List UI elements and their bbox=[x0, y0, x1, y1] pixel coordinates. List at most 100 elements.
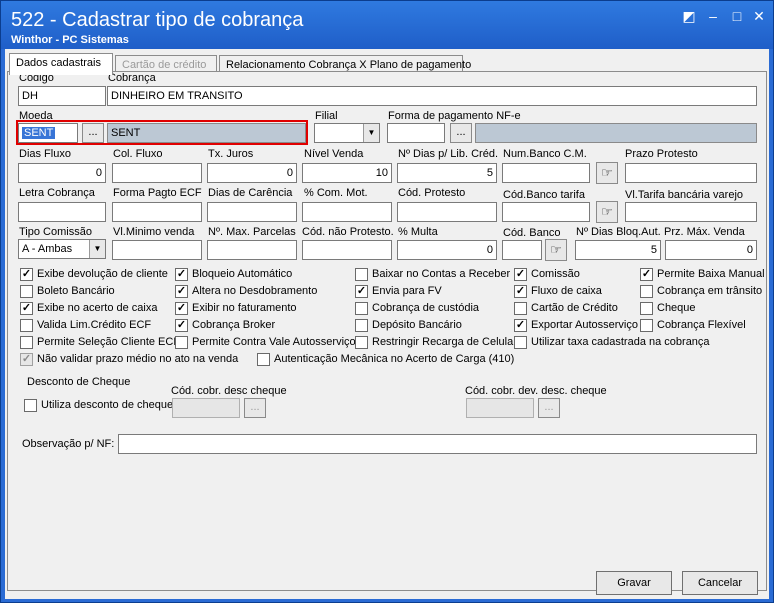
permite-selecao-cliente-checkbox[interactable]: Permite Seleção Cliente ECF bbox=[20, 336, 180, 351]
cod-protesto-label: Cód. Protesto bbox=[398, 187, 466, 199]
exibir-faturamento-checkbox[interactable]: ✓ Exibir no faturamento bbox=[175, 302, 297, 317]
comissao-checkbox[interactable]: ✓ Comissão bbox=[514, 268, 580, 283]
cobranca-flexivel-checkbox[interactable]: Cobrança Flexível bbox=[640, 319, 746, 334]
com-mot-label: % Com. Mot. bbox=[304, 187, 368, 199]
prz-max-venda-field[interactable]: 0 bbox=[665, 240, 757, 260]
gravar-button[interactable]: Gravar bbox=[596, 571, 672, 595]
filial-label: Filial bbox=[315, 110, 338, 122]
col-fluxo-field[interactable] bbox=[112, 163, 202, 183]
pct-multa-label: % Multa bbox=[398, 226, 438, 238]
forma-pag-nfe-code-field[interactable] bbox=[387, 123, 445, 143]
cartao-credito-checkbox[interactable]: Cartão de Crédito bbox=[514, 302, 618, 317]
deposito-bancario-checkbox[interactable]: Depósito Bancário bbox=[355, 319, 462, 334]
altera-desdobramento-checkbox[interactable]: ✓ Altera no Desdobramento bbox=[175, 285, 317, 300]
filial-select[interactable]: ▼ bbox=[314, 123, 380, 143]
tab-dados-cadastrais[interactable]: Dados cadastrais bbox=[9, 53, 113, 75]
tx-juros-label: Tx. Juros bbox=[208, 148, 254, 160]
observacao-field[interactable] bbox=[118, 434, 757, 454]
num-banco-cm-lookup-icon[interactable]: ☞ bbox=[596, 162, 618, 184]
letra-cobranca-field[interactable] bbox=[18, 202, 106, 222]
com-mot-field[interactable] bbox=[302, 202, 392, 222]
cod-banco-tarifa-field[interactable] bbox=[502, 202, 590, 222]
cobranca-transito-checkbox[interactable]: Cobrança em trânsito bbox=[640, 285, 762, 300]
cancelar-button[interactable]: Cancelar bbox=[682, 571, 758, 595]
boleto-bancario-checkbox[interactable]: Boleto Bancário bbox=[20, 285, 115, 300]
check-icon: ✓ bbox=[175, 268, 188, 281]
cod-banco-label: Cód. Banco bbox=[503, 227, 561, 239]
highlight-box bbox=[16, 120, 308, 145]
permite-contra-vale-checkbox[interactable]: Permite Contra Vale Autosserviço bbox=[175, 336, 356, 351]
dias-fluxo-field[interactable]: 0 bbox=[18, 163, 106, 183]
dias-fluxo-label: Dias Fluxo bbox=[19, 148, 71, 160]
prazo-protesto-field[interactable] bbox=[625, 163, 757, 183]
vl-tarifa-bancaria-field[interactable] bbox=[625, 202, 757, 222]
forma-pagto-ecf-label: Forma Pagto ECF bbox=[113, 187, 202, 199]
chevron-down-icon: ▼ bbox=[89, 240, 105, 258]
title-bar: 522 - Cadastrar tipo de cobrança Winthor… bbox=[1, 1, 773, 49]
cobranca-label: Cobrança bbox=[108, 72, 156, 84]
cod-banco-tarifa-lookup-icon[interactable]: ☞ bbox=[596, 201, 618, 223]
close-icon[interactable]: ✕ bbox=[751, 9, 767, 25]
cod-nao-protesto-field[interactable] bbox=[302, 240, 392, 260]
prz-max-venda-label: Prz. Máx. Venda bbox=[664, 226, 745, 238]
cod-banco-lookup-icon[interactable]: ☞ bbox=[545, 239, 567, 261]
exportar-autosservico-checkbox[interactable]: ✓ Exportar Autosserviço bbox=[514, 319, 638, 334]
cod-banco-tarifa-label: Cód.Banco tarifa bbox=[503, 189, 585, 201]
dados-cadastrais-panel: Código DH Cobrança DINHEIRO EM TRANSITO … bbox=[7, 71, 767, 595]
n-dias-bloq-aut-label: Nº Dias Bloq.Aut. bbox=[576, 226, 661, 238]
forma-pagto-ecf-field[interactable] bbox=[112, 202, 202, 222]
cod-banco-field[interactable] bbox=[502, 240, 542, 260]
tx-juros-field[interactable]: 0 bbox=[207, 163, 297, 183]
n-dias-lib-cred-field[interactable]: 5 bbox=[397, 163, 497, 183]
utiliza-desconto-cheque-checkbox[interactable]: Utiliza desconto de cheque bbox=[24, 399, 173, 414]
check-icon: ✓ bbox=[20, 353, 33, 366]
exibe-acerto-caixa-checkbox[interactable]: ✓ Exibe no acerto de caixa bbox=[20, 302, 157, 317]
baixar-contas-receber-checkbox[interactable]: Baixar no Contas a Receber bbox=[355, 268, 510, 283]
check-icon: ✓ bbox=[175, 319, 188, 332]
cobranca-broker-checkbox[interactable]: ✓ Cobrança Broker bbox=[175, 319, 275, 334]
dias-carencia-label: Dias de Carência bbox=[208, 187, 293, 199]
dias-carencia-field[interactable] bbox=[207, 202, 297, 222]
nao-validar-prazo-checkbox: ✓ Não validar prazo médio no ato na venda bbox=[20, 353, 239, 366]
check-icon: ✓ bbox=[175, 302, 188, 315]
maximize-icon[interactable]: □ bbox=[729, 9, 745, 25]
valida-lim-credito-checkbox[interactable]: Valida Lim.Crédito ECF bbox=[20, 319, 151, 334]
restore-icon[interactable]: ◩ bbox=[681, 9, 697, 25]
cod-protesto-field[interactable] bbox=[397, 202, 497, 222]
cod-dev-cheque-label: Cód. cobr. dev. desc. cheque bbox=[465, 385, 607, 397]
application-window: 522 - Cadastrar tipo de cobrança Winthor… bbox=[0, 0, 774, 603]
letra-cobranca-label: Letra Cobrança bbox=[19, 187, 95, 199]
num-banco-cm-field[interactable] bbox=[502, 163, 590, 183]
codigo-field[interactable]: DH bbox=[18, 86, 106, 106]
n-max-parcelas-field[interactable] bbox=[207, 240, 297, 260]
utilizar-taxa-checkbox[interactable]: Utilizar taxa cadastrada na cobrança bbox=[514, 336, 710, 351]
minimize-icon[interactable]: – bbox=[705, 9, 721, 25]
vl-tarifa-bancaria-label: Vl.Tarifa bancária varejo bbox=[625, 189, 744, 201]
desconto-cheque-title: Desconto de Cheque bbox=[27, 376, 131, 388]
cobranca-field[interactable]: DINHEIRO EM TRANSITO bbox=[107, 86, 757, 106]
cheque-checkbox[interactable]: Cheque bbox=[640, 302, 696, 317]
check-icon: ✓ bbox=[175, 285, 188, 298]
permite-baixa-manual-checkbox[interactable]: ✓ Permite Baixa Manual bbox=[640, 268, 765, 283]
vl-minimo-venda-label: Vl.Minimo venda bbox=[113, 226, 195, 238]
dialog-client: Dados cadastrais Cartão de crédito Relac… bbox=[5, 49, 769, 599]
cod-dev-cheque-lookup-button: ... bbox=[538, 398, 560, 418]
nivel-venda-field[interactable]: 10 bbox=[302, 163, 392, 183]
restringir-recarga-checkbox[interactable]: Restringir Recarga de Celular bbox=[355, 336, 517, 351]
exibe-devolucao-checkbox[interactable]: ✓ Exibe devolução de cliente bbox=[20, 268, 168, 283]
vl-minimo-venda-field[interactable] bbox=[112, 240, 202, 260]
cobranca-custodia-checkbox[interactable]: Cobrança de custódia bbox=[355, 302, 479, 317]
autenticacao-mecanica-checkbox[interactable]: Autenticação Mecânica no Acerto de Carga… bbox=[257, 353, 514, 368]
n-dias-bloq-aut-field[interactable]: 5 bbox=[575, 240, 661, 260]
forma-pag-nfe-lookup-button[interactable]: ... bbox=[450, 123, 472, 143]
check-icon: ✓ bbox=[355, 285, 368, 298]
tipo-comissao-select[interactable]: A - Ambas ▼ bbox=[18, 239, 106, 259]
cod-desc-cheque-label: Cód. cobr. desc cheque bbox=[171, 385, 287, 397]
envia-fv-checkbox[interactable]: ✓ Envia para FV bbox=[355, 285, 442, 300]
cod-nao-protesto-label: Cód. não Protesto. bbox=[302, 226, 394, 238]
n-max-parcelas-label: Nº. Max. Parcelas bbox=[208, 226, 296, 238]
bloqueio-automatico-checkbox[interactable]: ✓ Bloqueio Automático bbox=[175, 268, 292, 283]
fluxo-caixa-checkbox[interactable]: ✓ Fluxo de caixa bbox=[514, 285, 602, 300]
n-dias-lib-cred-label: Nº Dias p/ Lib. Créd. bbox=[398, 148, 498, 160]
pct-multa-field[interactable]: 0 bbox=[397, 240, 497, 260]
